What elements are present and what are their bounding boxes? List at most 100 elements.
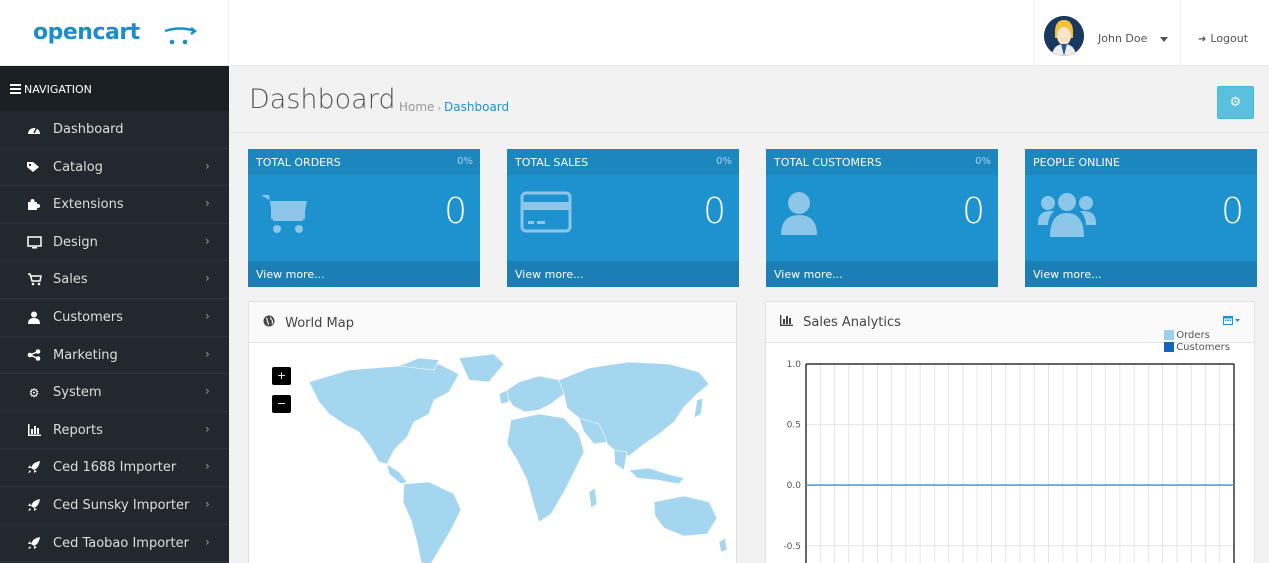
page-header: Dashboard Home › Dashboard ⚙ (229, 66, 1269, 133)
chevron-right-icon: › (205, 158, 210, 173)
tile-percent: 0% (457, 156, 473, 167)
chevron-right-icon: › (205, 271, 210, 286)
sidebar-item-extensions[interactable]: Extensions › (0, 186, 229, 224)
globe-icon (263, 315, 279, 331)
y-tick-label: 1.0 (787, 360, 802, 370)
cog-icon: ⚙ (28, 386, 40, 401)
world-map-panel: World Map + − (248, 301, 737, 563)
chevron-down-icon (1160, 37, 1168, 42)
south-america-shape[interactable] (402, 481, 462, 563)
sidebar-item-catalog[interactable]: Catalog › (0, 149, 229, 187)
user-icon (26, 311, 42, 325)
chevron-right-icon: › (205, 421, 210, 436)
legend-item-customers: Customers (1164, 342, 1230, 354)
sidebar-item-label: Catalog (53, 159, 103, 175)
breadcrumb-home[interactable]: Home (399, 100, 434, 114)
sign-out-icon: ➜ (1198, 34, 1207, 45)
chevron-right-icon: › (205, 346, 210, 361)
africa-shape[interactable] (506, 413, 585, 523)
legend-label: Customers (1176, 342, 1230, 353)
sidebar-item-label: Sales (53, 272, 88, 288)
breadcrumb-dashboard[interactable]: Dashboard (444, 100, 509, 114)
logo-area[interactable]: opencart (0, 0, 229, 66)
australia-shape[interactable] (653, 495, 718, 537)
user-menu[interactable]: John Doe (1033, 0, 1181, 66)
y-tick-label: 0.5 (787, 421, 801, 431)
tags-icon (26, 161, 42, 175)
chart-legend: Orders Customers (1164, 330, 1230, 354)
world-map-title: World Map (285, 316, 354, 331)
settings-button[interactable]: ⚙ (1217, 86, 1254, 119)
sidebar-item-ced-taobao-importer[interactable]: Ced Taobao Importer › (0, 525, 229, 563)
logo-cart-icon (164, 27, 197, 45)
tile-people-online: PEOPLE ONLINE 0 View more... (1025, 149, 1257, 287)
rocket-icon (26, 498, 42, 513)
bar-chart-icon (26, 423, 42, 438)
cog-icon: ⚙ (1229, 95, 1242, 110)
y-tick-label: 0.0 (787, 481, 802, 491)
view-more-link[interactable]: View more... (1025, 261, 1257, 287)
tile-total-orders: TOTAL ORDERS 0% 0 View more... (248, 149, 480, 287)
view-more-link[interactable]: View more... (248, 261, 480, 287)
tile-total-sales: TOTAL SALES 0% 0 View more... (507, 149, 739, 287)
sidebar-item-marketing[interactable]: Marketing › (0, 337, 229, 375)
sidebar-item-reports[interactable]: Reports › (0, 412, 229, 450)
tile-heading: TOTAL SALES 0% (507, 149, 739, 175)
greenland-shape[interactable] (458, 353, 505, 383)
sidebar-item-label: System (53, 385, 102, 401)
rocket-icon (26, 536, 42, 551)
north-america-shape[interactable] (308, 363, 460, 465)
chevron-right-icon: › (205, 534, 210, 549)
sales-analytics-panel: Sales Analytics 1.0 0.5 0.0 -0.5 Orders Cus… (765, 301, 1255, 563)
europe-shape[interactable] (503, 375, 565, 413)
sales-analytics-title: Sales Analytics (803, 315, 901, 330)
calendar-icon (1223, 316, 1240, 325)
legend-item-orders: Orders (1164, 330, 1230, 342)
tile-value: 0 (1221, 191, 1244, 232)
tile-body: 0 (507, 175, 739, 261)
view-more-link[interactable]: View more... (507, 261, 739, 287)
legend-swatch (1164, 330, 1175, 340)
breadcrumb: Home › Dashboard (399, 100, 509, 114)
tile-body: 0 (766, 175, 998, 261)
credit-card-icon (520, 191, 572, 233)
sidebar-item-label: Ced Sunsky Importer (53, 497, 190, 513)
logout-link[interactable]: ➜ Logout (1198, 32, 1248, 45)
sidebar-item-label: Extensions (53, 197, 124, 213)
avatar[interactable] (1044, 16, 1084, 56)
bar-chart-icon (780, 315, 797, 330)
tile-body: 0 (1025, 175, 1257, 261)
tile-title: TOTAL ORDERS (256, 156, 341, 169)
sidebar-item-label: Ced 1688 Importer (53, 460, 177, 476)
sidebar-item-dashboard[interactable]: Dashboard (0, 111, 229, 149)
sidebar-item-label: Reports (53, 422, 103, 438)
tile-total-customers: TOTAL CUSTOMERS 0% 0 View more... (766, 149, 998, 287)
share-icon (26, 348, 42, 363)
sidebar-item-system[interactable]: ⚙ System › (0, 374, 229, 412)
view-more-link[interactable]: View more... (766, 261, 998, 287)
menu-bars-icon (10, 84, 21, 96)
user-name[interactable]: John Doe (1098, 32, 1147, 45)
opencart-logo[interactable]: opencart (33, 20, 140, 45)
sidebar-item-label: Ced Taobao Importer (53, 535, 189, 551)
sidebar-item-sales[interactable]: Sales › (0, 261, 229, 299)
calendar-dropdown-button[interactable] (1223, 315, 1240, 328)
users-icon (1038, 193, 1096, 237)
world-map[interactable] (289, 352, 729, 563)
chevron-right-icon: › (205, 459, 210, 474)
sidebar-item-ced-1688-importer[interactable]: Ced 1688 Importer › (0, 449, 229, 487)
main-content: Dashboard Home › Dashboard ⚙ TOTAL ORDERS … (229, 66, 1269, 563)
sidebar-item-ced-sunsky-importer[interactable]: Ced Sunsky Importer › (0, 487, 229, 525)
sidebar-item-design[interactable]: Design › (0, 224, 229, 262)
sidebar-item-customers[interactable]: Customers › (0, 299, 229, 337)
breadcrumb-separator: › (437, 104, 442, 114)
logout-label: Logout (1210, 32, 1249, 45)
top-header: opencart John Doe ➜ Logout (0, 0, 1269, 66)
shopping-cart-icon (26, 273, 42, 287)
legend-swatch (1164, 342, 1175, 352)
chevron-right-icon: › (205, 496, 210, 511)
sidebar-item-label: Marketing (53, 347, 118, 363)
tile-percent: 0% (716, 156, 732, 167)
navigation-label: NAVIGATION (24, 83, 92, 96)
tile-heading: PEOPLE ONLINE (1025, 149, 1257, 175)
